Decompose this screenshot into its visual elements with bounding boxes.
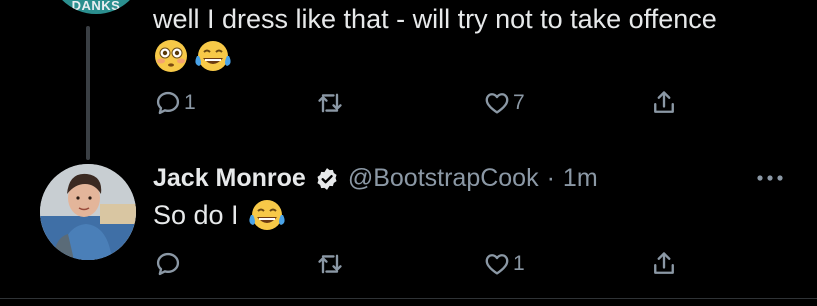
reply-button[interactable]: 1 bbox=[154, 89, 196, 117]
avatar[interactable] bbox=[40, 164, 136, 260]
like-button[interactable]: 1 bbox=[483, 250, 525, 278]
avatar[interactable]: DANKS bbox=[48, 0, 144, 14]
share-icon bbox=[654, 91, 674, 113]
reply-button[interactable] bbox=[154, 250, 184, 278]
share-button[interactable] bbox=[650, 89, 678, 117]
tweet-text: well I dress like that - will try not to… bbox=[153, 4, 717, 34]
tears-of-joy-emoji bbox=[248, 200, 285, 230]
heart-icon bbox=[485, 93, 509, 114]
retweet-button[interactable] bbox=[316, 89, 346, 117]
avatar-label: DANKS bbox=[71, 0, 121, 13]
handle[interactable]: @BootstrapCook bbox=[348, 164, 539, 193]
retweet-icon bbox=[318, 254, 342, 274]
reply-icon bbox=[156, 91, 180, 115]
reply-count: 1 bbox=[184, 91, 196, 114]
more-icon bbox=[757, 175, 783, 181]
tears-of-joy-emoji bbox=[195, 41, 231, 71]
display-name[interactable]: Jack Monroe bbox=[153, 164, 306, 193]
tweet-text: So do I bbox=[153, 199, 239, 230]
avatar-photo bbox=[40, 164, 136, 260]
retweet-icon bbox=[318, 93, 342, 113]
reply-icon bbox=[156, 252, 180, 276]
more-options-button[interactable] bbox=[754, 168, 786, 194]
like-count: 7 bbox=[513, 91, 525, 114]
like-count: 1 bbox=[513, 252, 525, 275]
thread-line bbox=[86, 26, 90, 160]
timestamp[interactable]: 1m bbox=[563, 164, 598, 193]
divider bbox=[0, 298, 817, 299]
share-icon bbox=[654, 252, 674, 274]
tweet-body: So do I bbox=[153, 197, 287, 233]
retweet-button[interactable] bbox=[316, 250, 346, 278]
like-button[interactable]: 7 bbox=[483, 89, 525, 117]
tweet-emojis bbox=[153, 38, 233, 74]
flushed-face-emoji bbox=[155, 40, 187, 72]
share-button[interactable] bbox=[650, 250, 678, 278]
separator-dot: · bbox=[546, 164, 555, 192]
heart-icon bbox=[485, 254, 509, 275]
verified-badge-icon bbox=[317, 167, 337, 190]
tweet-header: Jack Monroe @BootstrapCook · 1m bbox=[153, 164, 598, 193]
